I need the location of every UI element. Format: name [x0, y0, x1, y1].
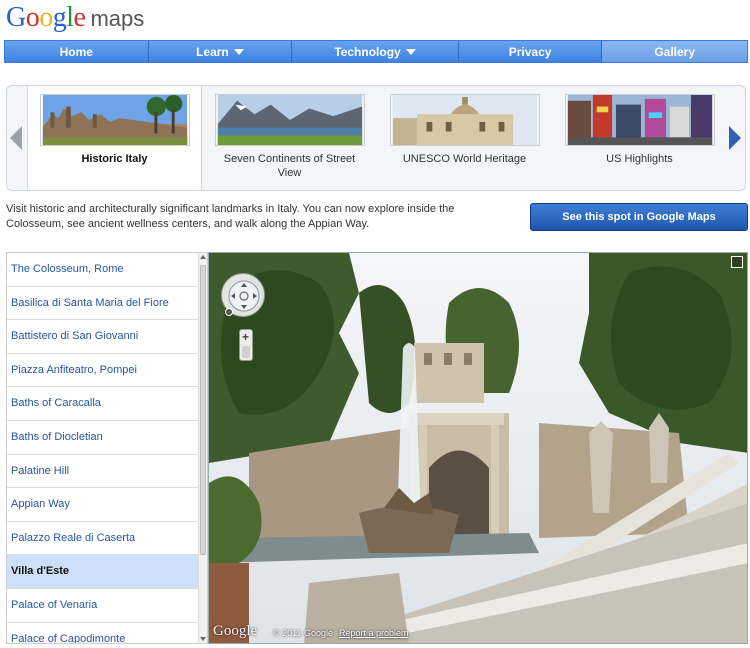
gallery-description: Visit historic and architecturally signi… — [6, 203, 455, 230]
place-list-item[interactable]: Palazzo Reale di Caserta — [7, 522, 198, 556]
nav-privacy[interactable]: Privacy — [458, 41, 603, 62]
gallery-carousel: Historic Italy Seven Continents of Stree… — [6, 85, 746, 191]
slide-seven-continents[interactable]: Seven Continents of Street View — [202, 86, 377, 190]
nav-learn[interactable]: Learn — [148, 41, 293, 62]
nav-home[interactable]: Home — [5, 41, 149, 62]
main-nav: Home Learn Technology Privacy Gallery — [4, 40, 748, 63]
scrollbar-thumb[interactable] — [200, 265, 206, 555]
compass-icon[interactable] — [225, 308, 233, 316]
zoom-out-icon[interactable] — [242, 346, 250, 358]
copyright-text: © 2011 Google — [273, 628, 334, 638]
list-scrollbar[interactable] — [198, 253, 207, 643]
google-logo[interactable]: Google — [213, 623, 257, 640]
street-view-panorama[interactable]: + Google © 2011 Google Report a problem — [208, 252, 748, 644]
slide-label: US Highlights — [606, 153, 673, 165]
fullscreen-icon[interactable] — [731, 256, 743, 268]
logo-letter: o — [25, 2, 40, 33]
slide-label: UNESCO World Heritage — [402, 153, 527, 165]
place-list-item[interactable]: Piazza Anfiteatro, Pompei — [7, 354, 198, 388]
report-problem-link[interactable]: Report a problem — [339, 628, 409, 638]
historic-italy-thumbnail — [39, 94, 190, 146]
logo-letter: l — [66, 2, 74, 33]
place-list-item[interactable]: Battistero di San Giovanni — [7, 320, 198, 354]
slide-us-highlights[interactable]: US Highlights — [552, 86, 727, 190]
villa-deste-street-view-image — [209, 253, 747, 643]
logo-letter: o — [39, 2, 53, 33]
places-list: The Colosseum, Rome Basilica di Santa Mar… — [6, 252, 208, 644]
us-highlights-thumbnail — [564, 94, 715, 146]
seven-continents-thumbnail — [214, 94, 365, 146]
place-list-item[interactable]: Palace of Venaria — [7, 589, 198, 623]
see-in-google-maps-button[interactable]: See this spot in Google Maps — [530, 203, 748, 231]
place-list-item[interactable]: Palatine Hill — [7, 455, 198, 489]
google-maps-logo[interactable]: Google maps — [6, 2, 145, 34]
places-list-items: The Colosseum, Rome Basilica di Santa Mar… — [7, 253, 198, 643]
slide-label: Historic Italy — [81, 153, 148, 165]
nav-technology[interactable]: Technology — [292, 41, 459, 62]
scroll-up-arrow-icon[interactable] — [200, 255, 206, 259]
chevron-down-icon — [405, 48, 416, 55]
slide-label: Seven Continents of Street View — [223, 153, 356, 179]
place-list-item[interactable]: The Colosseum, Rome — [7, 253, 198, 287]
google-wordmark: Google — [6, 2, 86, 34]
place-list-item[interactable]: Palace of Capodimonte — [7, 623, 198, 643]
logo-letter: G — [6, 2, 26, 33]
slide-historic-italy[interactable]: Historic Italy — [27, 86, 202, 190]
place-list-item[interactable]: Basilica di Santa Maria del Fiore — [7, 287, 198, 321]
nav-gallery[interactable]: Gallery — [602, 41, 747, 62]
logo-letter: e — [73, 2, 86, 33]
unesco-thumbnail — [389, 94, 540, 146]
zoom-in-icon[interactable]: + — [242, 330, 249, 344]
carousel-slides: Historic Italy Seven Continents of Stree… — [27, 86, 727, 190]
logo-letter: g — [52, 2, 67, 33]
scroll-down-arrow-icon[interactable] — [200, 637, 206, 641]
carousel-next-arrow-icon[interactable] — [729, 126, 741, 150]
place-list-item[interactable]: Villa d'Este — [7, 555, 198, 589]
zoom-control[interactable]: + — [239, 329, 253, 361]
place-list-item[interactable]: Appian Way — [7, 488, 198, 522]
slide-unesco[interactable]: UNESCO World Heritage — [377, 86, 552, 190]
carousel-prev-arrow-icon[interactable] — [10, 126, 22, 150]
place-list-item[interactable]: Baths of Diocletian — [7, 421, 198, 455]
place-list-item[interactable]: Baths of Caracalla — [7, 387, 198, 421]
chevron-down-icon — [233, 48, 244, 55]
maps-wordmark: maps — [90, 6, 145, 31]
